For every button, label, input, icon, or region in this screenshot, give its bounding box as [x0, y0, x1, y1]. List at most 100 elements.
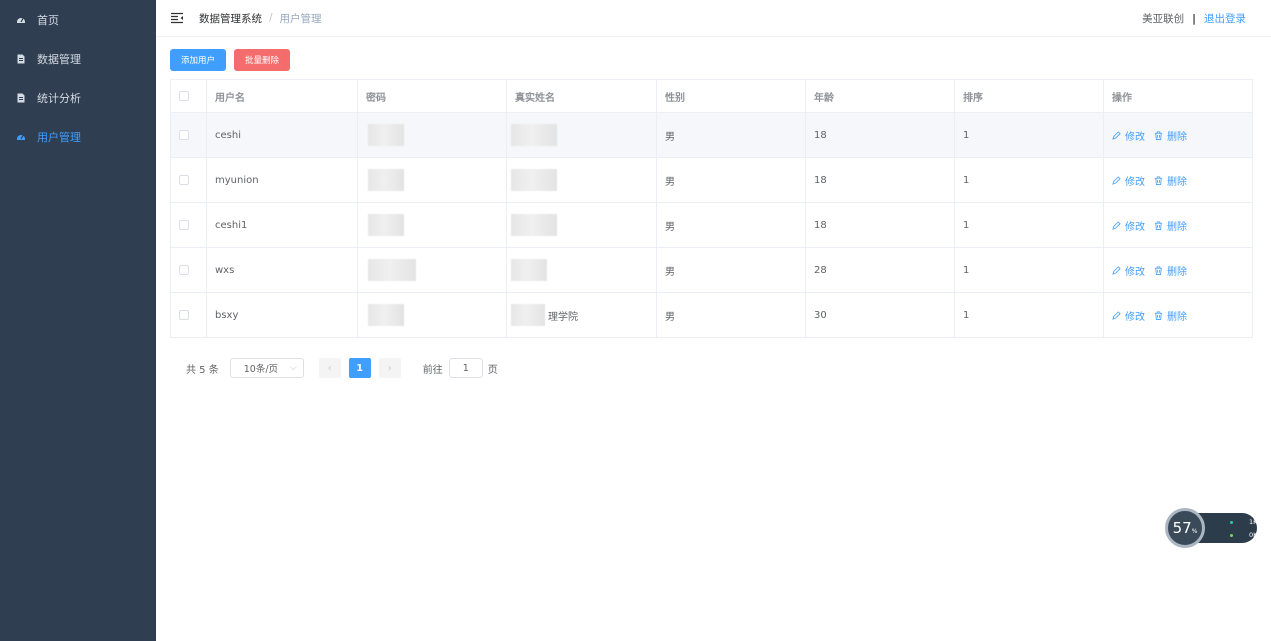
username-cell: ceshi — [207, 113, 358, 157]
column-header-actions: 操作 — [1112, 92, 1132, 104]
edit-label: 修改 — [1125, 311, 1145, 323]
edit-icon — [1112, 130, 1121, 140]
main-content: 添加用户 批量删除 用户名 密码 真实姓名 性别 年龄 排序 操作 ceshi … — [170, 49, 1253, 338]
dashboard-icon — [16, 15, 26, 25]
sort-cell: 1 — [955, 293, 1104, 337]
document-icon — [16, 93, 26, 103]
menu-fold-icon[interactable] — [170, 12, 184, 24]
row-checkbox[interactable] — [179, 175, 189, 185]
gender-cell: 男 — [657, 248, 806, 292]
username-cell: wxs — [207, 248, 358, 292]
delete-button[interactable]: 删除 — [1154, 128, 1187, 143]
delete-button[interactable]: 删除 — [1154, 308, 1187, 323]
edit-button[interactable]: 修改 — [1112, 128, 1145, 143]
delete-label: 删除 — [1167, 176, 1187, 188]
goto-page-input[interactable]: 1 — [448, 358, 483, 378]
redacted-password — [368, 304, 404, 326]
row-checkbox[interactable] — [179, 220, 189, 230]
edit-button[interactable]: 修改 — [1112, 173, 1145, 188]
redacted-realname — [511, 304, 545, 326]
column-header-gender: 性别 — [657, 80, 806, 112]
breadcrumb-separator: / — [269, 12, 273, 24]
download-speed: 0K/s — [1230, 531, 1263, 539]
edit-button[interactable]: 修改 — [1112, 308, 1145, 323]
redacted-password — [368, 169, 404, 191]
page-number-current[interactable]: 1 — [348, 358, 371, 378]
pagination: 共 5 条 10条/页 ⌵ ‹ 1 › 前往 1 页 — [186, 358, 498, 378]
edit-button[interactable]: 修改 — [1112, 218, 1145, 233]
goto-label: 前往 — [422, 364, 443, 376]
actions-cell: 修改 删除 — [1104, 158, 1252, 202]
table-row[interactable]: ceshi 男 18 1 修改 删除 — [171, 113, 1252, 158]
add-user-button[interactable]: 添加用户 — [170, 49, 227, 71]
redacted-password — [368, 124, 404, 146]
select-all-checkbox[interactable] — [179, 91, 189, 101]
document-icon — [16, 54, 26, 64]
action-bar: 添加用户 批量删除 — [170, 49, 1253, 71]
password-cell — [358, 248, 507, 292]
network-speed-widget[interactable]: 1K/s 0K/s 57% — [1165, 508, 1263, 548]
user-table: 用户名 密码 真实姓名 性别 年龄 排序 操作 ceshi 男 18 1 修改 … — [170, 79, 1253, 338]
sidebar-item-data-management[interactable]: 数据管理 — [0, 39, 156, 78]
sort-cell: 1 — [955, 203, 1104, 247]
sidebar-item-label: 首页 — [37, 13, 59, 27]
edit-icon — [1112, 310, 1121, 320]
breadcrumb-current: 用户管理 — [279, 12, 322, 25]
username-cell: myunion — [207, 158, 358, 202]
header-user-area: 美亚联创 | 退出登录 — [1142, 0, 1246, 37]
password-cell — [358, 293, 507, 337]
age-cell: 18 — [806, 113, 955, 157]
row-select-cell — [171, 248, 207, 292]
edit-button[interactable]: 修改 — [1112, 263, 1145, 278]
page-unit-label: 页 — [487, 364, 498, 376]
row-checkbox[interactable] — [179, 310, 189, 320]
realname-cell: 理学院 — [507, 293, 657, 337]
edit-icon — [1112, 175, 1121, 185]
actions-cell: 修改 删除 — [1104, 113, 1252, 157]
prev-page-button[interactable]: ‹ — [318, 358, 341, 378]
row-select-cell — [171, 158, 207, 202]
sidebar-item-home[interactable]: 首页 — [0, 0, 156, 39]
logout-link[interactable]: 退出登录 — [1204, 11, 1246, 26]
row-checkbox[interactable] — [179, 130, 189, 140]
sidebar-item-statistics[interactable]: 统计分析 — [0, 78, 156, 117]
redacted-realname — [511, 259, 547, 281]
table-row[interactable]: ceshi1 男 18 1 修改 删除 — [171, 203, 1252, 248]
memory-percent-unit: % — [1191, 527, 1198, 535]
edit-icon — [1112, 220, 1121, 230]
realname-cell — [507, 203, 657, 247]
realname-cell — [507, 113, 657, 157]
actions-cell: 修改 删除 — [1104, 248, 1252, 292]
sidebar-item-user-management[interactable]: 用户管理 — [0, 117, 156, 156]
top-header: 数据管理系统 / 用户管理 美亚联创 | 退出登录 — [156, 0, 1271, 37]
sort-cell: 1 — [955, 248, 1104, 292]
table-row[interactable]: myunion 男 18 1 修改 删除 — [171, 158, 1252, 203]
column-header-password: 密码 — [358, 80, 507, 112]
edit-label: 修改 — [1125, 131, 1145, 143]
redacted-password — [368, 259, 416, 281]
row-checkbox[interactable] — [179, 265, 189, 275]
batch-delete-button[interactable]: 批量删除 — [234, 49, 291, 71]
age-cell: 18 — [806, 158, 955, 202]
upload-speed: 1K/s — [1230, 518, 1263, 526]
header-select-cell — [171, 80, 207, 112]
trash-icon — [1154, 220, 1163, 230]
sidebar: 首页 数据管理 统计分析 用户管理 — [0, 0, 156, 641]
table-row[interactable]: bsxy 理学院 男 30 1 修改 删除 — [171, 293, 1252, 338]
edit-icon — [1112, 265, 1121, 275]
delete-button[interactable]: 删除 — [1154, 173, 1187, 188]
breadcrumb-root[interactable]: 数据管理系统 — [199, 11, 262, 26]
dashboard-icon — [16, 132, 26, 142]
table-row[interactable]: wxs 男 28 1 修改 删除 — [171, 248, 1252, 293]
page-size-select[interactable]: 10条/页 ⌵ — [229, 358, 304, 378]
realname-cell — [507, 158, 657, 202]
column-header-age: 年龄 — [806, 80, 955, 112]
username-cell: bsxy — [207, 293, 358, 337]
delete-button[interactable]: 删除 — [1154, 263, 1187, 278]
actions-cell: 修改 删除 — [1104, 203, 1252, 247]
next-page-button[interactable]: › — [378, 358, 401, 378]
header-separator: | — [1192, 12, 1196, 25]
delete-button[interactable]: 删除 — [1154, 218, 1187, 233]
age-cell: 28 — [806, 248, 955, 292]
password-cell — [358, 203, 507, 247]
